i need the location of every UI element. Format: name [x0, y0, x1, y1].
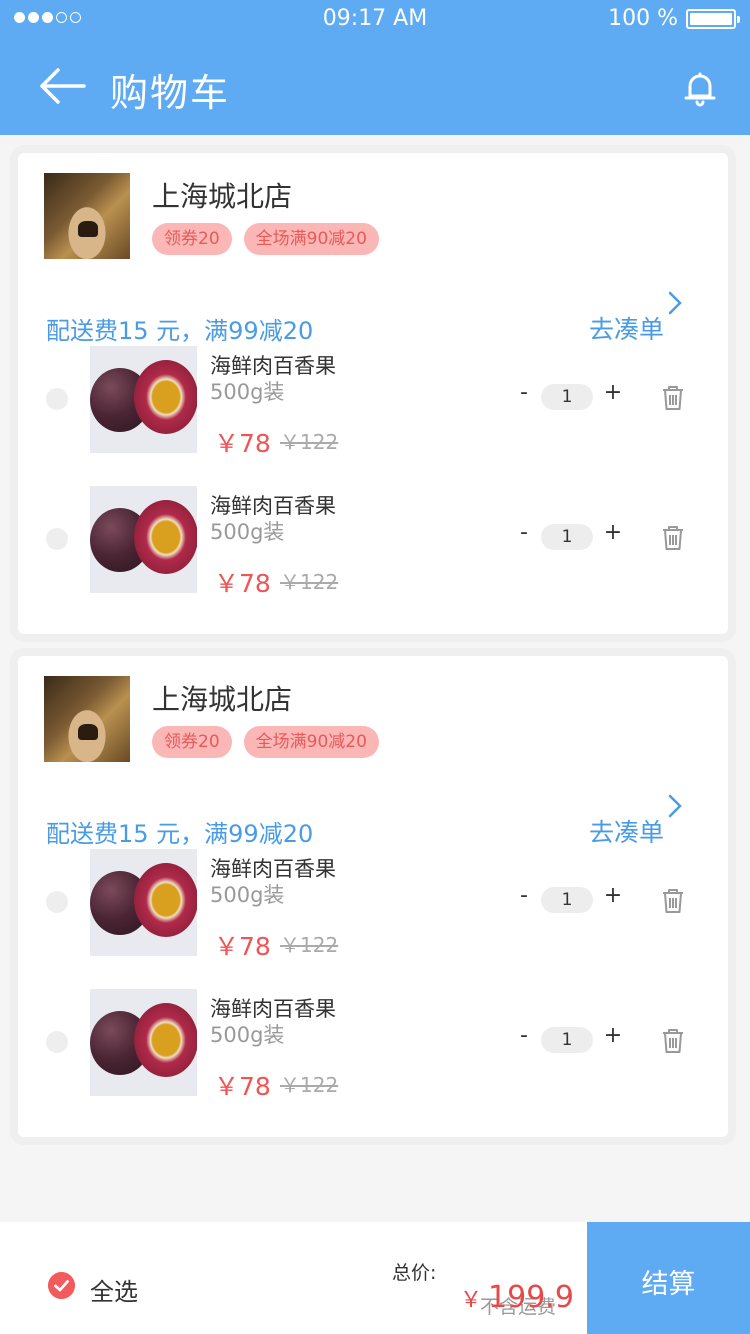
quantity-input[interactable]: 1: [541, 384, 593, 410]
item-select-radio[interactable]: [46, 891, 68, 913]
product-original-price: ￥122: [280, 1073, 339, 1097]
store-image[interactable]: [44, 173, 130, 259]
decrease-button[interactable]: -: [514, 883, 534, 913]
quantity-input[interactable]: 1: [541, 1027, 593, 1053]
add-on-link[interactable]: 去凑单: [589, 310, 664, 346]
bottom-bar: 全选 总价: 不含运费 ￥ 199.9 结算: [0, 1222, 750, 1334]
increase-button[interactable]: +: [602, 380, 624, 410]
product-spec: 500g装: [210, 883, 285, 907]
product-price: ￥78: [214, 1072, 271, 1101]
trash-icon[interactable]: [660, 1027, 686, 1055]
cart-item: 海鲜肉百香果 500g装 ￥78 ￥122 - 1 +: [18, 849, 728, 961]
store-card: 上海城北店 领券20 全场满90减20 配送费15 元，满99减20 去凑单 海…: [10, 145, 736, 642]
top-bar: 09:17 AM 100 % 购物车: [0, 0, 750, 135]
total-amount: 199.9: [488, 1280, 574, 1315]
delivery-info: 配送费15 元，满99减20: [46, 820, 314, 848]
total-label: 总价:: [392, 1262, 437, 1284]
cart-item: 海鲜肉百香果 500g装 ￥78 ￥122 - 1 +: [18, 486, 728, 598]
product-price: ￥78: [214, 569, 271, 598]
store-name[interactable]: 上海城北店: [152, 678, 292, 718]
product-image[interactable]: [90, 989, 197, 1096]
product-spec: 500g装: [210, 520, 285, 544]
total-price: ￥ 199.9: [460, 1280, 574, 1315]
coupon-badges: 领券20 全场满90减20: [152, 223, 379, 255]
product-original-price: ￥122: [280, 430, 339, 454]
product-image[interactable]: [90, 486, 197, 593]
battery-icon: [686, 9, 740, 29]
promo-badge[interactable]: 全场满90减20: [243, 726, 379, 758]
delivery-info: 配送费15 元，满99减20: [46, 317, 314, 345]
coupon-badge[interactable]: 领券20: [152, 726, 232, 758]
add-on-link[interactable]: 去凑单: [589, 813, 664, 849]
product-price: ￥78: [214, 429, 271, 458]
trash-icon[interactable]: [660, 887, 686, 915]
coupon-badge[interactable]: 领券20: [152, 223, 232, 255]
decrease-button[interactable]: -: [514, 520, 534, 550]
back-arrow-icon[interactable]: [36, 62, 88, 110]
status-bar: 09:17 AM 100 %: [0, 0, 750, 40]
quantity-input[interactable]: 1: [541, 524, 593, 550]
item-select-radio[interactable]: [46, 388, 68, 410]
increase-button[interactable]: +: [602, 1023, 624, 1053]
increase-button[interactable]: +: [602, 883, 624, 913]
decrease-button[interactable]: -: [514, 1023, 534, 1053]
decrease-button[interactable]: -: [514, 380, 534, 410]
promo-badge[interactable]: 全场满90减20: [243, 223, 379, 255]
cart-item: 海鲜肉百香果 500g装 ￥78 ￥122 - 1 +: [18, 346, 728, 458]
product-spec: 500g装: [210, 380, 285, 404]
cart-item: 海鲜肉百香果 500g装 ￥78 ￥122 - 1 +: [18, 989, 728, 1101]
chevron-right-icon[interactable]: [666, 792, 684, 820]
coupon-badges: 领券20 全场满90减20: [152, 726, 379, 758]
chevron-right-icon[interactable]: [666, 289, 684, 317]
product-original-price: ￥122: [280, 570, 339, 594]
nav-bar: 购物车: [0, 40, 750, 135]
product-spec: 500g装: [210, 1023, 285, 1047]
item-select-radio[interactable]: [46, 528, 68, 550]
battery-percent: 100 %: [608, 6, 678, 31]
checkout-button[interactable]: 结算: [587, 1222, 750, 1334]
increase-button[interactable]: +: [602, 520, 624, 550]
item-select-radio[interactable]: [46, 1031, 68, 1053]
select-all-label[interactable]: 全选: [90, 1272, 138, 1307]
product-image[interactable]: [90, 346, 197, 453]
product-original-price: ￥122: [280, 933, 339, 957]
store-image[interactable]: [44, 676, 130, 762]
trash-icon[interactable]: [660, 384, 686, 412]
store-name[interactable]: 上海城北店: [152, 175, 292, 215]
check-icon[interactable]: [48, 1272, 75, 1299]
page-title: 购物车: [110, 71, 231, 115]
product-image[interactable]: [90, 849, 197, 956]
currency-symbol: ￥: [460, 1288, 483, 1313]
trash-icon[interactable]: [660, 524, 686, 552]
product-price: ￥78: [214, 932, 271, 961]
store-card: 上海城北店 领券20 全场满90减20 配送费15 元，满99减20 去凑单 海…: [10, 648, 736, 1145]
bell-icon[interactable]: [680, 68, 720, 108]
quantity-input[interactable]: 1: [541, 887, 593, 913]
